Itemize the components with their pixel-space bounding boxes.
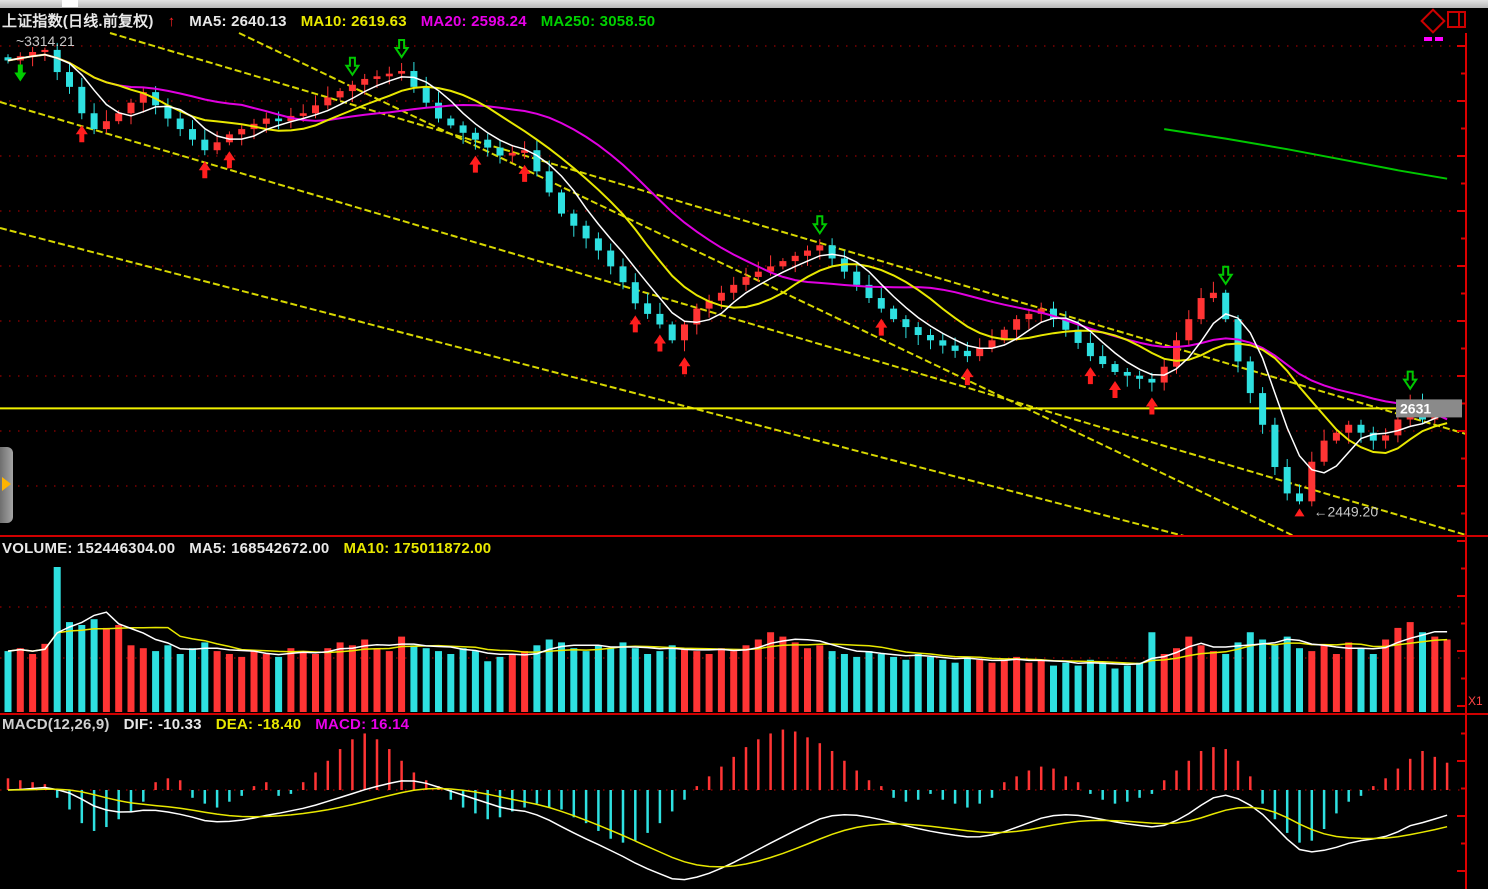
dif-line [8, 781, 1447, 880]
svg-text:~3314.21: ~3314.21 [16, 33, 75, 49]
macd-value: MACD: 16.14 [315, 716, 409, 733]
ma20-value: MA20: 2598.24 [421, 13, 527, 30]
up-arrow-icon: ↑ [168, 13, 176, 30]
volume-ma10-line [8, 628, 1447, 664]
app-window: ~3314.21 ←2449.20 2631 X1 上证指数(日线.前复权) ↑ MA5:… [0, 0, 1488, 889]
ma5-value: MA5: 2640.13 [189, 13, 286, 30]
magenta-marker-icon [1424, 37, 1432, 41]
expand-arrow-icon [2, 477, 11, 491]
ma10-value: MA10: 2619.63 [301, 13, 407, 30]
volume-value: VOLUME: 152446304.00 [2, 540, 175, 557]
trend-channel-lines [0, 33, 1466, 536]
symbol-title: 上证指数(日线.前复权) [2, 13, 154, 30]
svg-text:X1: X1 [1468, 694, 1483, 708]
candle-series [5, 43, 1451, 506]
low-marker-triangle [1295, 508, 1305, 516]
axis [0, 33, 1488, 889]
dif-value: DIF: -10.33 [124, 716, 202, 733]
chart-canvas[interactable]: ~3314.21 ←2449.20 2631 X1 [0, 0, 1488, 889]
ma250-line [1164, 129, 1447, 179]
left-scroll-handle[interactable] [0, 447, 13, 523]
signal-arrows [14, 40, 1416, 415]
macd-params: MACD(12,26,9) [2, 716, 110, 733]
svg-text:←2449.20: ←2449.20 [1314, 503, 1379, 519]
ma10-line [8, 55, 1447, 453]
volume-bars [5, 567, 1451, 712]
main-chart-header: 上证指数(日线.前复权) ↑ MA5: 2640.13 MA10: 2619.63 MA… [2, 10, 669, 31]
window-split-icon[interactable] [1447, 11, 1466, 28]
magenta-marker-icon [1435, 37, 1443, 41]
volume-ma5-value: MA5: 168542672.00 [189, 540, 329, 557]
ma5-line [8, 55, 1447, 473]
ma20-line [8, 55, 1447, 420]
volume-ma10-value: MA10: 175011872.00 [343, 540, 491, 557]
dea-value: DEA: -18.40 [216, 716, 302, 733]
volume-ma5-line [8, 612, 1447, 664]
annotations: ~3314.21 ←2449.20 2631 X1 [16, 33, 1483, 708]
ma250-value: MA250: 3058.50 [541, 13, 656, 30]
macd-histogram [8, 730, 1447, 843]
volume-header: VOLUME: 152446304.00 MA5: 168542672.00 MA1… [2, 540, 505, 557]
dea-line [8, 789, 1447, 867]
svg-text:2631: 2631 [1400, 400, 1431, 416]
macd-header: MACD(12,26,9) DIF: -10.33 DEA: -18.40 MACD:… [2, 716, 423, 733]
